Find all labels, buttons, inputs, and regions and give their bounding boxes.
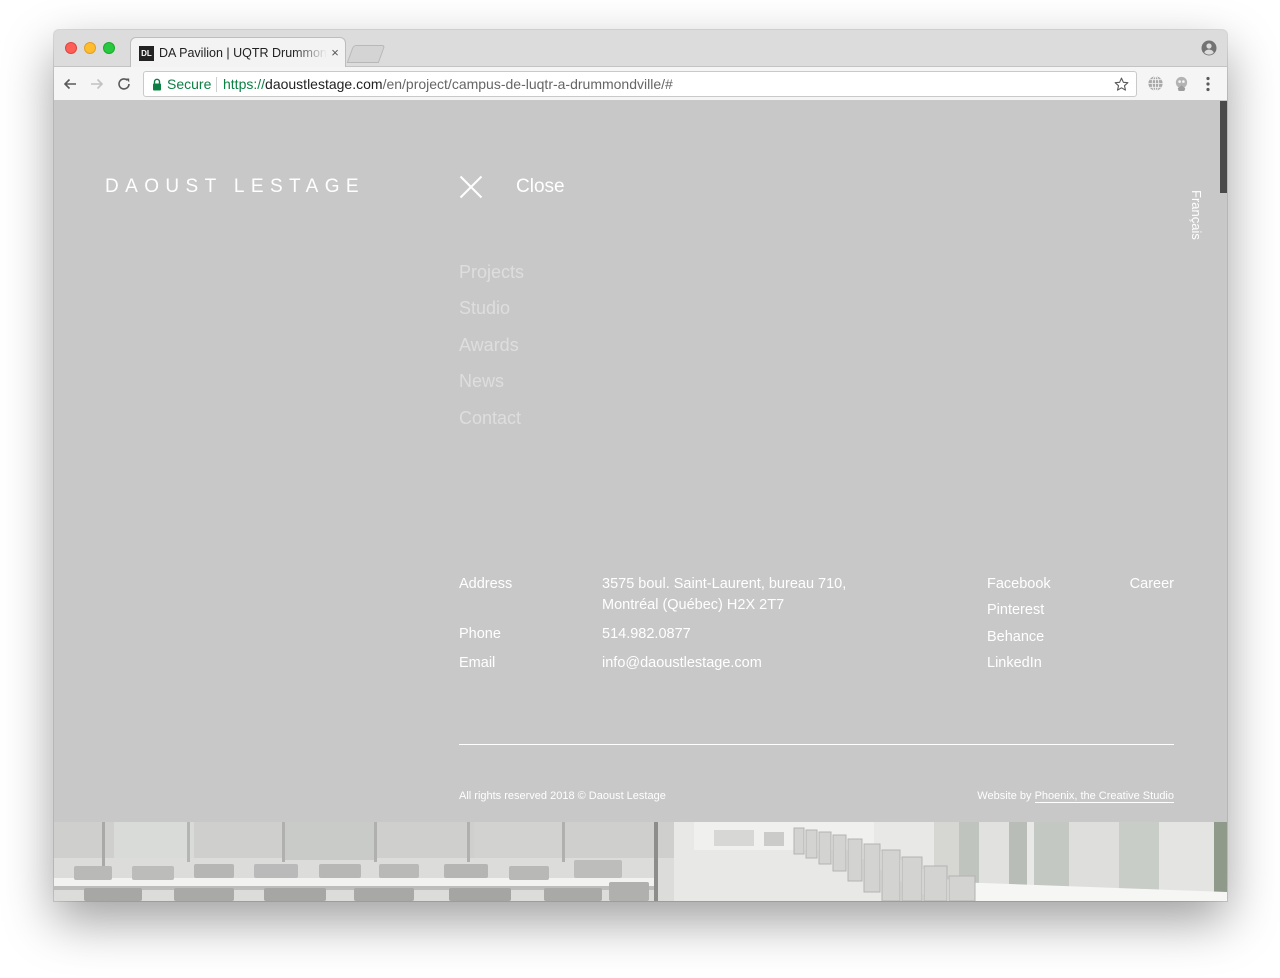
zoom-window-button[interactable] xyxy=(103,42,115,54)
address-label: Address xyxy=(459,576,513,592)
credit-link[interactable]: Phoenix, the Creative Studio xyxy=(1034,790,1174,803)
url-text[interactable]: https://daoustlestage.com/en/project/cam… xyxy=(223,76,673,92)
menu-item-contact[interactable]: Contact xyxy=(459,406,524,442)
tab-close-icon[interactable]: × xyxy=(328,45,342,61)
interior-photo xyxy=(54,822,1227,901)
career-link[interactable]: Career xyxy=(1130,574,1174,595)
menu-item-studio[interactable]: Studio xyxy=(459,296,524,332)
menu-item-projects[interactable]: Projects xyxy=(459,260,524,296)
tab-strip: DL DA Pavilion | UQTR Drummondville × xyxy=(54,30,1227,68)
lock-icon xyxy=(153,78,161,91)
menu-overlay: DAOUST LESTAGE Close Français Projects S… xyxy=(54,101,1227,901)
site-credit: Website by Phoenix, the Creative Studio xyxy=(977,790,1174,803)
minimize-window-button[interactable] xyxy=(84,42,96,54)
extension-icon[interactable] xyxy=(1173,75,1190,92)
globe-icon[interactable] xyxy=(1147,75,1164,92)
social-link-pinterest[interactable]: Pinterest xyxy=(987,600,1044,621)
social-link-linkedin[interactable]: LinkedIn xyxy=(987,653,1042,674)
site-logo[interactable]: DAOUST LESTAGE xyxy=(105,176,365,198)
copyright-text: All rights reserved 2018 © Daoust Lestag… xyxy=(459,790,666,802)
close-icon[interactable] xyxy=(459,175,483,199)
address-line-2: Montréal (Québec) H2X 2T7 xyxy=(602,597,785,613)
social-link-facebook[interactable]: Facebook xyxy=(987,574,1051,595)
email-link[interactable]: info@daoustlestage.com xyxy=(602,653,762,674)
contact-info: Address 3575 boul. Saint-Laurent, bureau… xyxy=(459,574,1174,684)
browser-toolbar: Secure https://daoustlestage.com/en/proj… xyxy=(54,67,1227,101)
credit-prefix: Website by xyxy=(977,790,1032,802)
email-label: Email xyxy=(459,655,496,671)
url-path: /en/project/campus-de-luqtr-a-drummondvi… xyxy=(382,76,673,92)
social-link-behance[interactable]: Behance xyxy=(987,627,1044,648)
url-host: daoustlestage.com xyxy=(265,76,383,92)
tab-title: DA Pavilion | UQTR Drummondville xyxy=(159,46,327,60)
close-label[interactable]: Close xyxy=(516,176,565,198)
menu-item-news[interactable]: News xyxy=(459,369,524,405)
close-window-button[interactable] xyxy=(65,42,77,54)
reload-icon[interactable] xyxy=(114,74,134,94)
new-tab-button[interactable] xyxy=(346,45,386,63)
url-scheme: https:// xyxy=(223,76,266,92)
browser-window: DL DA Pavilion | UQTR Drummondville × xyxy=(54,30,1227,901)
phone-number[interactable]: 514.982.0877 xyxy=(602,624,691,645)
secure-label: Secure xyxy=(167,76,212,92)
address-bar[interactable]: Secure https://daoustlestage.com/en/proj… xyxy=(143,71,1137,97)
star-icon[interactable] xyxy=(1113,76,1130,93)
project-photo xyxy=(54,822,1227,901)
menu-item-awards[interactable]: Awards xyxy=(459,333,524,369)
language-toggle[interactable]: Français xyxy=(1189,190,1211,250)
more-vert-icon[interactable] xyxy=(1203,75,1213,93)
profile-icon[interactable] xyxy=(1201,40,1217,56)
forward-arrow-icon[interactable] xyxy=(87,74,107,94)
omnibox-divider xyxy=(216,77,217,92)
main-menu: Projects Studio Awards News Contact xyxy=(459,260,524,442)
phone-label: Phone xyxy=(459,626,501,642)
address-line-1: 3575 boul. Saint-Laurent, bureau 710, xyxy=(602,576,847,592)
language-label[interactable]: Français xyxy=(1189,190,1204,240)
footer-divider xyxy=(459,744,1174,745)
favicon: DL xyxy=(139,46,154,61)
back-arrow-icon[interactable] xyxy=(60,74,80,94)
browser-tab[interactable]: DL DA Pavilion | UQTR Drummondville × xyxy=(130,37,346,68)
scrollbar[interactable] xyxy=(1220,101,1227,193)
